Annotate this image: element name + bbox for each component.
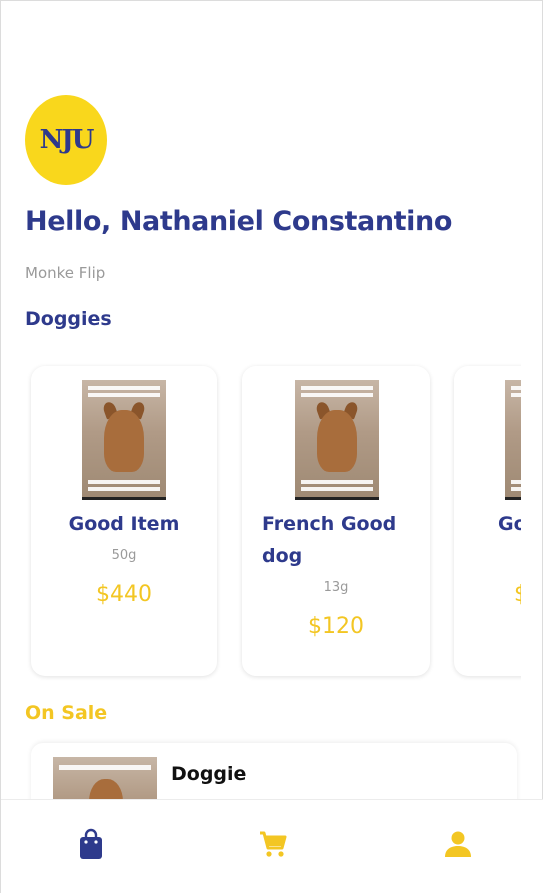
product-price: $440 [96,582,152,607]
person-icon [445,831,471,857]
bottom-navigation [1,799,543,893]
product-name: French Good dog [262,513,397,567]
greeting-title: Hello, Nathaniel Constantino [25,206,452,237]
product-carousel[interactable]: Good Item 50g $440 French Good dog 13g $… [1,356,521,686]
product-card[interactable]: Go $ [454,366,521,676]
product-weight: 50g [111,548,137,563]
section-title-doggies: Doggies [25,308,112,330]
product-image [82,380,166,500]
product-name: Good Item [68,513,180,535]
product-image [505,380,521,500]
nav-cart-button[interactable] [253,826,293,862]
school-logo: NJU [25,95,107,185]
product-price: $120 [308,614,364,639]
app-frame: NJU Hello, Nathaniel Constantino Monke F… [0,0,543,893]
product-image [295,380,379,500]
shopping-bag-icon [80,828,102,859]
section-title-on-sale: On Sale [25,702,108,724]
nav-shop-button[interactable] [71,826,111,862]
product-name: Go [498,513,521,535]
product-card[interactable]: Good Item 50g $440 [31,366,217,676]
logo-monogram: NJU [39,125,95,155]
product-weight: 13g [323,580,349,595]
nav-profile-button[interactable] [438,826,478,862]
product-price: $ [514,582,521,607]
sale-item-name: Doggie [171,763,247,785]
product-card[interactable]: French Good dog 13g $120 [242,366,430,676]
cart-icon [260,831,287,857]
greeting-subtitle: Monke Flip [25,264,106,282]
